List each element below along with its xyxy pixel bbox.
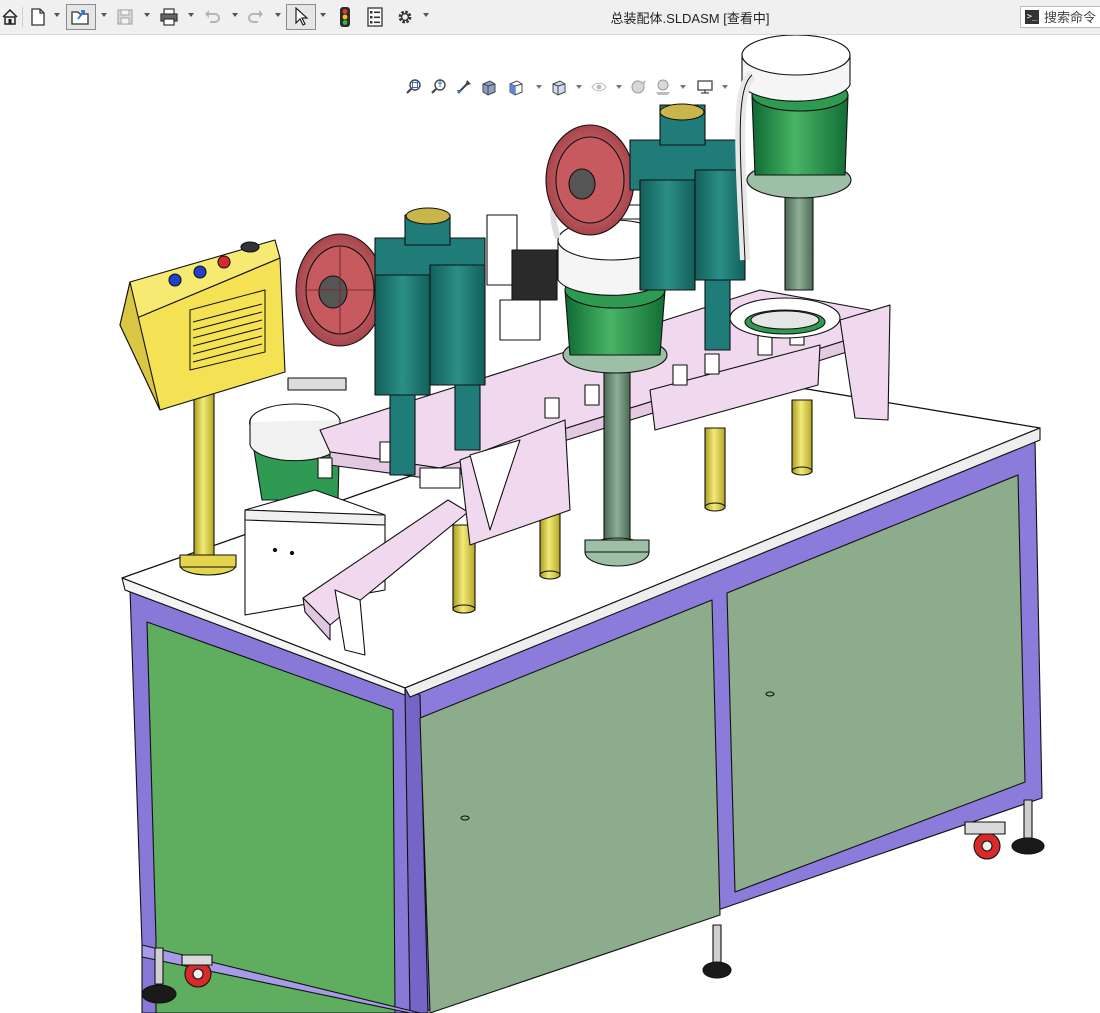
zoom-to-fit-icon — [406, 79, 421, 94]
print-button[interactable] — [157, 4, 181, 30]
zoom-to-area-icon — [431, 79, 446, 94]
select-button[interactable] — [286, 4, 316, 30]
toolbar-separator — [22, 7, 23, 27]
print-dropdown-arrow[interactable] — [188, 13, 194, 17]
home-icon — [2, 8, 18, 25]
open-folder-icon — [71, 10, 89, 25]
heads-up-view-toolbar — [400, 75, 730, 99]
solidworks-window: 总装配体.SLDASM [查看中] >_ — [0, 0, 1100, 1013]
undo-icon — [205, 10, 220, 23]
view-settings-button[interactable] — [694, 75, 716, 99]
left-feeder-bowl[interactable] — [249, 403, 341, 501]
apply-scene-dropdown[interactable] — [680, 85, 686, 89]
undo-dropdown-arrow[interactable] — [232, 13, 238, 17]
printer-icon — [160, 8, 178, 26]
options-dropdown-arrow[interactable] — [423, 13, 429, 17]
save-button[interactable] — [114, 4, 136, 30]
display-style-dropdown[interactable] — [576, 85, 582, 89]
save-dropdown-arrow[interactable] — [144, 13, 150, 17]
right-feeder-bowl[interactable] — [735, 35, 852, 291]
hide-show-dropdown[interactable] — [616, 85, 622, 89]
rebuild-button[interactable] — [334, 4, 356, 30]
zoom-to-fit-button[interactable] — [403, 75, 425, 99]
open-dropdown-arrow[interactable] — [101, 13, 107, 17]
apply-scene-button[interactable] — [652, 75, 674, 99]
redo-icon — [248, 10, 263, 23]
menu-toolbar: 总装配体.SLDASM [查看中] >_ — [0, 0, 1100, 35]
cursor-arrow-icon — [295, 7, 309, 26]
assembly-model[interactable] — [0, 35, 1100, 1013]
traffic-light-icon — [340, 7, 350, 27]
options-button[interactable] — [394, 4, 416, 30]
search-commands-box[interactable]: >_ — [1020, 6, 1100, 28]
save-icon — [117, 9, 133, 25]
apply-scene-icon — [656, 79, 670, 95]
hide-show-items-icon — [591, 82, 607, 92]
new-dropdown-arrow[interactable] — [54, 13, 60, 17]
new-document-icon — [31, 8, 45, 26]
select-dropdown-arrow[interactable] — [320, 13, 326, 17]
document-title: 总装配体.SLDASM [查看中] — [610, 11, 770, 26]
view-orientation-dropdown[interactable] — [536, 85, 542, 89]
gear-icon — [398, 10, 412, 24]
edit-appearance-icon — [631, 80, 646, 94]
redo-dropdown-arrow[interactable] — [275, 13, 281, 17]
hide-show-items-button[interactable] — [588, 75, 610, 99]
view-orientation-button[interactable] — [505, 75, 527, 99]
view-settings-icon — [697, 80, 713, 94]
edit-appearance-button[interactable] — [628, 75, 650, 99]
undo-button[interactable] — [200, 4, 224, 30]
section-view-button[interactable] — [478, 75, 500, 99]
new-document-button[interactable] — [28, 4, 48, 30]
zoom-to-area-button[interactable] — [428, 75, 450, 99]
display-style-icon — [552, 80, 566, 96]
file-properties-button[interactable] — [364, 4, 386, 30]
rotary-index-table — [729, 297, 841, 339]
section-view-icon — [482, 80, 496, 96]
graphics-area[interactable] — [0, 35, 1100, 1013]
home-button[interactable] — [0, 4, 20, 30]
file-properties-icon — [367, 7, 383, 27]
command-prompt-icon: >_ — [1025, 10, 1039, 24]
open-button[interactable] — [66, 4, 96, 30]
view-orientation-icon — [509, 80, 523, 96]
previous-view-icon — [457, 80, 471, 94]
redo-button[interactable] — [244, 4, 268, 30]
view-settings-dropdown[interactable] — [722, 85, 728, 89]
previous-view-button[interactable] — [453, 75, 475, 99]
search-input[interactable] — [1044, 9, 1100, 25]
display-style-button[interactable] — [548, 75, 570, 99]
